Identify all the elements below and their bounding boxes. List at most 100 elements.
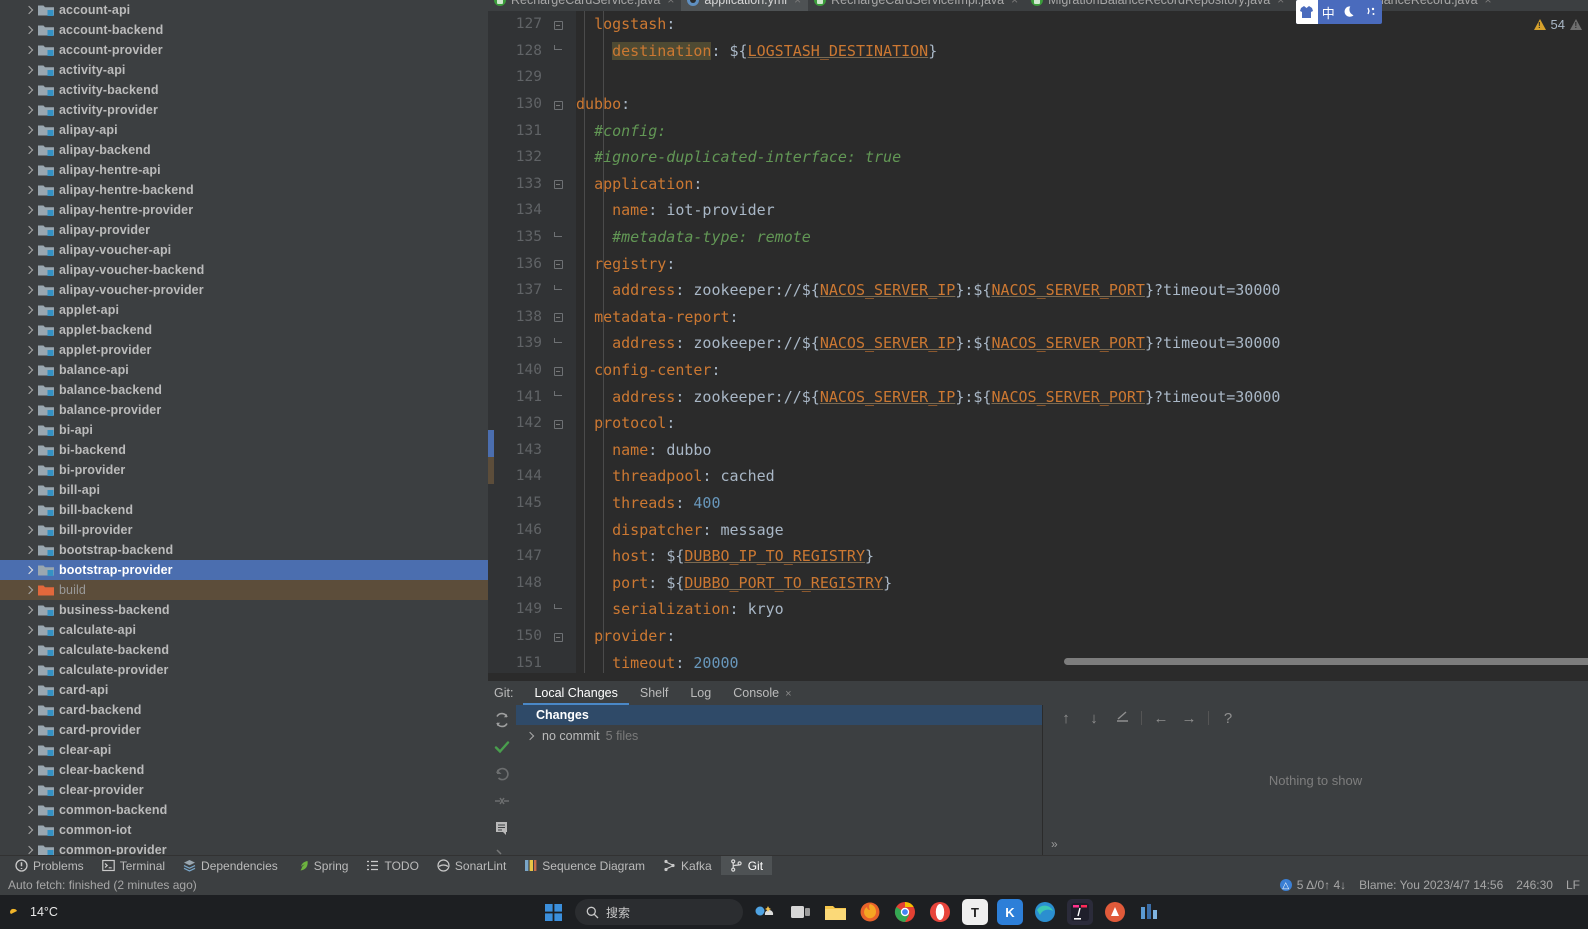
- tree-node-activity-api[interactable]: activity-api: [0, 60, 488, 80]
- code-text[interactable]: destination: ${LOGSTASH_DESTINATION}: [568, 41, 937, 60]
- shelve-icon[interactable]: [493, 792, 511, 810]
- chevron-right-icon[interactable]: [22, 724, 35, 737]
- chevron-right-icon[interactable]: [22, 464, 35, 477]
- chevron-right-icon[interactable]: [22, 504, 35, 517]
- fold-marker-icon[interactable]: −: [548, 177, 568, 190]
- code-text[interactable]: provider:: [568, 627, 675, 645]
- windows-taskbar[interactable]: 14°C 搜索 T K: [0, 895, 1588, 929]
- code-text[interactable]: metadata-report:: [568, 308, 739, 326]
- line-number[interactable]: 149: [488, 601, 548, 617]
- code-line-127[interactable]: 127− logstash:: [488, 11, 1588, 38]
- chevron-right-icon[interactable]: [22, 564, 35, 577]
- close-tab-icon[interactable]: ×: [667, 0, 674, 7]
- line-number[interactable]: 145: [488, 495, 548, 511]
- editor-tab-RechargeCardService.java[interactable]: RechargeCardService.java ×: [488, 0, 681, 11]
- close-tab-icon[interactable]: ×: [1485, 0, 1492, 7]
- chevron-right-icon[interactable]: [22, 64, 35, 77]
- code-line-135[interactable]: 135 #metadata-type: remote: [488, 224, 1588, 251]
- chevron-right-icon[interactable]: [22, 664, 35, 677]
- code-line-133[interactable]: 133− application:: [488, 171, 1588, 198]
- fold-marker-icon[interactable]: −: [548, 310, 568, 323]
- line-number[interactable]: 139: [488, 335, 548, 351]
- chevron-right-icon[interactable]: [22, 524, 35, 537]
- chrome-icon[interactable]: [892, 899, 918, 925]
- line-number[interactable]: 130: [488, 96, 548, 112]
- code-text[interactable]: logstash:: [568, 15, 675, 33]
- fold-marker-icon[interactable]: −: [548, 630, 568, 643]
- code-text[interactable]: threadpool: cached: [568, 467, 775, 485]
- intellij-idea-icon[interactable]: [1067, 899, 1093, 925]
- tree-node-bootstrap-backend[interactable]: bootstrap-backend: [0, 540, 488, 560]
- fold-marker-icon[interactable]: −: [548, 417, 568, 430]
- code-line-129[interactable]: 129: [488, 64, 1588, 91]
- tree-node-build[interactable]: build: [0, 580, 488, 600]
- code-line-140[interactable]: 140− config-center:: [488, 357, 1588, 384]
- line-number[interactable]: 141: [488, 389, 548, 405]
- tool-window-button-sonarlint[interactable]: SonarLint: [428, 856, 515, 876]
- shirt-icon[interactable]: [1296, 0, 1318, 24]
- code-text[interactable]: protocol:: [568, 414, 675, 432]
- fold-marker-icon[interactable]: [548, 44, 568, 57]
- chevron-right-icon[interactable]: [22, 404, 35, 417]
- tree-node-applet-api[interactable]: applet-api: [0, 300, 488, 320]
- tree-node-bi-backend[interactable]: bi-backend: [0, 440, 488, 460]
- tree-node-bill-backend[interactable]: bill-backend: [0, 500, 488, 520]
- git-tab-local-changes[interactable]: Local Changes: [523, 681, 630, 705]
- code-text[interactable]: name: dubbo: [568, 441, 711, 459]
- changelist-row[interactable]: no commit 5 files: [516, 725, 1042, 747]
- typora-icon[interactable]: T: [962, 899, 988, 925]
- tree-node-balance-backend[interactable]: balance-backend: [0, 380, 488, 400]
- code-text[interactable]: #config:: [568, 122, 666, 140]
- chevron-right-icon[interactable]: [22, 204, 35, 217]
- tree-node-alipay-voucher-provider[interactable]: alipay-voucher-provider: [0, 280, 488, 300]
- code-text[interactable]: serialization: kryo: [568, 600, 784, 618]
- line-number[interactable]: 147: [488, 548, 548, 564]
- chevron-right-icon[interactable]: [22, 264, 35, 277]
- file-explorer-icon[interactable]: [822, 899, 848, 925]
- line-number[interactable]: 142: [488, 415, 548, 431]
- chevron-right-icon[interactable]: [22, 224, 35, 237]
- line-number[interactable]: 151: [488, 655, 548, 671]
- expand-toolbar-button[interactable]: »: [1051, 837, 1058, 851]
- taskbar-search-box[interactable]: 搜索: [575, 899, 743, 925]
- chevron-right-icon[interactable]: [22, 104, 35, 117]
- line-number[interactable]: 133: [488, 176, 548, 192]
- tree-node-common-backend[interactable]: common-backend: [0, 800, 488, 820]
- line-number[interactable]: 148: [488, 575, 548, 591]
- tree-node-balance-api[interactable]: balance-api: [0, 360, 488, 380]
- chevron-right-icon[interactable]: [22, 304, 35, 317]
- chevron-right-icon[interactable]: [22, 24, 35, 37]
- tree-node-alipay-hentre-provider[interactable]: alipay-hentre-provider: [0, 200, 488, 220]
- line-number[interactable]: 129: [488, 69, 548, 85]
- code-text[interactable]: #metadata-type: remote: [568, 228, 811, 246]
- tree-node-bootstrap-provider[interactable]: bootstrap-provider: [0, 560, 488, 580]
- tree-node-calculate-backend[interactable]: calculate-backend: [0, 640, 488, 660]
- chevron-right-icon[interactable]: [22, 804, 35, 817]
- code-line-132[interactable]: 132 #ignore-duplicated-interface: true: [488, 144, 1588, 171]
- line-number[interactable]: 140: [488, 362, 548, 378]
- kugou-icon[interactable]: K: [997, 899, 1023, 925]
- code-line-134[interactable]: 134 name: iot-provider: [488, 197, 1588, 224]
- ime-floating-toolbar[interactable]: 中: [1296, 0, 1382, 24]
- editor-tab-MigrationBalanceRecordRepository.java[interactable]: MigrationBalanceRecordRepository.java ×: [1025, 0, 1291, 11]
- chevron-right-icon[interactable]: [22, 784, 35, 797]
- line-number[interactable]: 131: [488, 123, 548, 139]
- code-line-148[interactable]: 148 port: ${DUBBO_PORT_TO_REGISTRY}: [488, 570, 1588, 597]
- tree-node-clear-backend[interactable]: clear-backend: [0, 760, 488, 780]
- code-text[interactable]: timeout: 20000: [568, 654, 738, 672]
- app-icon-a[interactable]: [1102, 899, 1128, 925]
- code-text[interactable]: registry:: [568, 255, 675, 273]
- chevron-right-icon[interactable]: [22, 444, 35, 457]
- fold-marker-icon[interactable]: −: [548, 98, 568, 111]
- code-text[interactable]: name: iot-provider: [568, 201, 775, 219]
- code-line-128[interactable]: 128 destination: ${LOGSTASH_DESTINATION}: [488, 38, 1588, 65]
- chevron-right-icon[interactable]: [22, 284, 35, 297]
- tree-node-balance-provider[interactable]: balance-provider: [0, 400, 488, 420]
- chevron-right-icon[interactable]: [22, 44, 35, 57]
- line-separator[interactable]: LF: [1566, 878, 1580, 892]
- tree-node-alipay-voucher-backend[interactable]: alipay-voucher-backend: [0, 260, 488, 280]
- fold-marker-icon[interactable]: −: [548, 257, 568, 270]
- chevron-right-icon[interactable]: [22, 4, 35, 17]
- code-line-138[interactable]: 138− metadata-report:: [488, 304, 1588, 331]
- chevron-right-icon[interactable]: [22, 824, 35, 837]
